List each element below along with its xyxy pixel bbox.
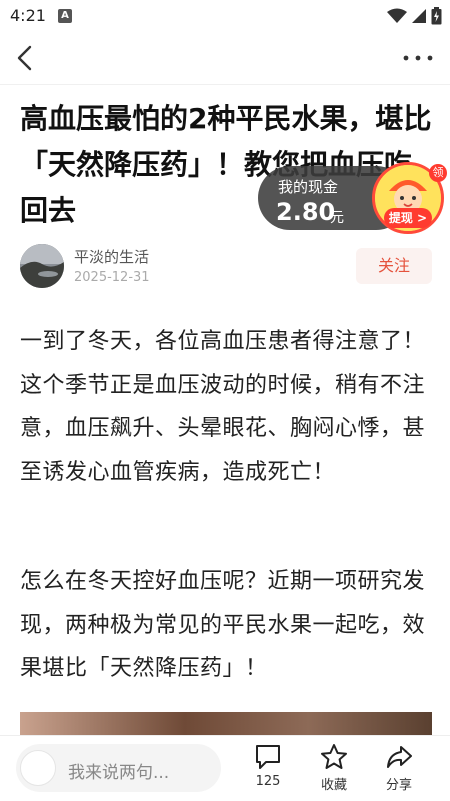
- cash-label: 我的现金: [278, 178, 339, 196]
- author-row: 平淡的生活 2025-12-31 关注: [20, 244, 432, 290]
- comment-icon: [256, 745, 280, 769]
- publish-date: 2025-12-31: [74, 270, 150, 285]
- system-icons: [387, 5, 442, 27]
- favorite-button[interactable]: 收藏: [304, 742, 364, 798]
- chevron-left-icon: [17, 45, 32, 71]
- user-avatar: [20, 750, 56, 786]
- comment-input[interactable]: 我来说两句...: [16, 744, 221, 792]
- status-time: 4:21: [10, 6, 46, 25]
- cash-reward-widget[interactable]: 我的现金 2.80 元 提现 > 领: [258, 162, 448, 234]
- cash-unit: 元: [330, 210, 344, 226]
- notification-a-icon: A: [58, 9, 72, 23]
- comment-placeholder: 我来说两句...: [68, 763, 170, 783]
- battery-icon: [431, 7, 442, 25]
- share-icon: [387, 746, 412, 768]
- signal-icon: [412, 9, 426, 23]
- star-icon: [321, 744, 347, 769]
- share-label: 分享: [385, 778, 412, 793]
- share-button[interactable]: 分享: [369, 742, 429, 798]
- wifi-icon: [387, 8, 407, 23]
- follow-button[interactable]: 关注: [356, 248, 432, 284]
- comment-button[interactable]: 125: [238, 742, 298, 798]
- comment-count: 125: [255, 774, 281, 789]
- author-name[interactable]: 平淡的生活: [74, 246, 149, 267]
- favorite-label: 收藏: [320, 778, 347, 793]
- more-horizontal-icon: [403, 55, 433, 61]
- bottom-action-bar: 我来说两句... 125 收藏 分享: [0, 735, 450, 801]
- article-paragraph: 怎么在冬天控好血压呢？近期一项研究发现，两种极为常见的平民水果一起吃，效果堪比「…: [20, 569, 426, 681]
- back-button[interactable]: [10, 42, 42, 74]
- status-bar: 4:21 A: [0, 0, 450, 32]
- more-options-button[interactable]: [400, 42, 436, 74]
- top-nav-bar: [0, 32, 450, 85]
- withdraw-button[interactable]: 提现 >: [384, 208, 432, 228]
- author-avatar[interactable]: [20, 244, 64, 288]
- avatar-image: [20, 244, 64, 288]
- claim-badge[interactable]: 领: [429, 164, 447, 182]
- article-paragraph: 一到了冬天，各位高血压患者得注意了！这个季节正是血压波动的时候，稍有不注意，血压…: [20, 329, 426, 485]
- cash-amount: 2.80: [276, 198, 336, 226]
